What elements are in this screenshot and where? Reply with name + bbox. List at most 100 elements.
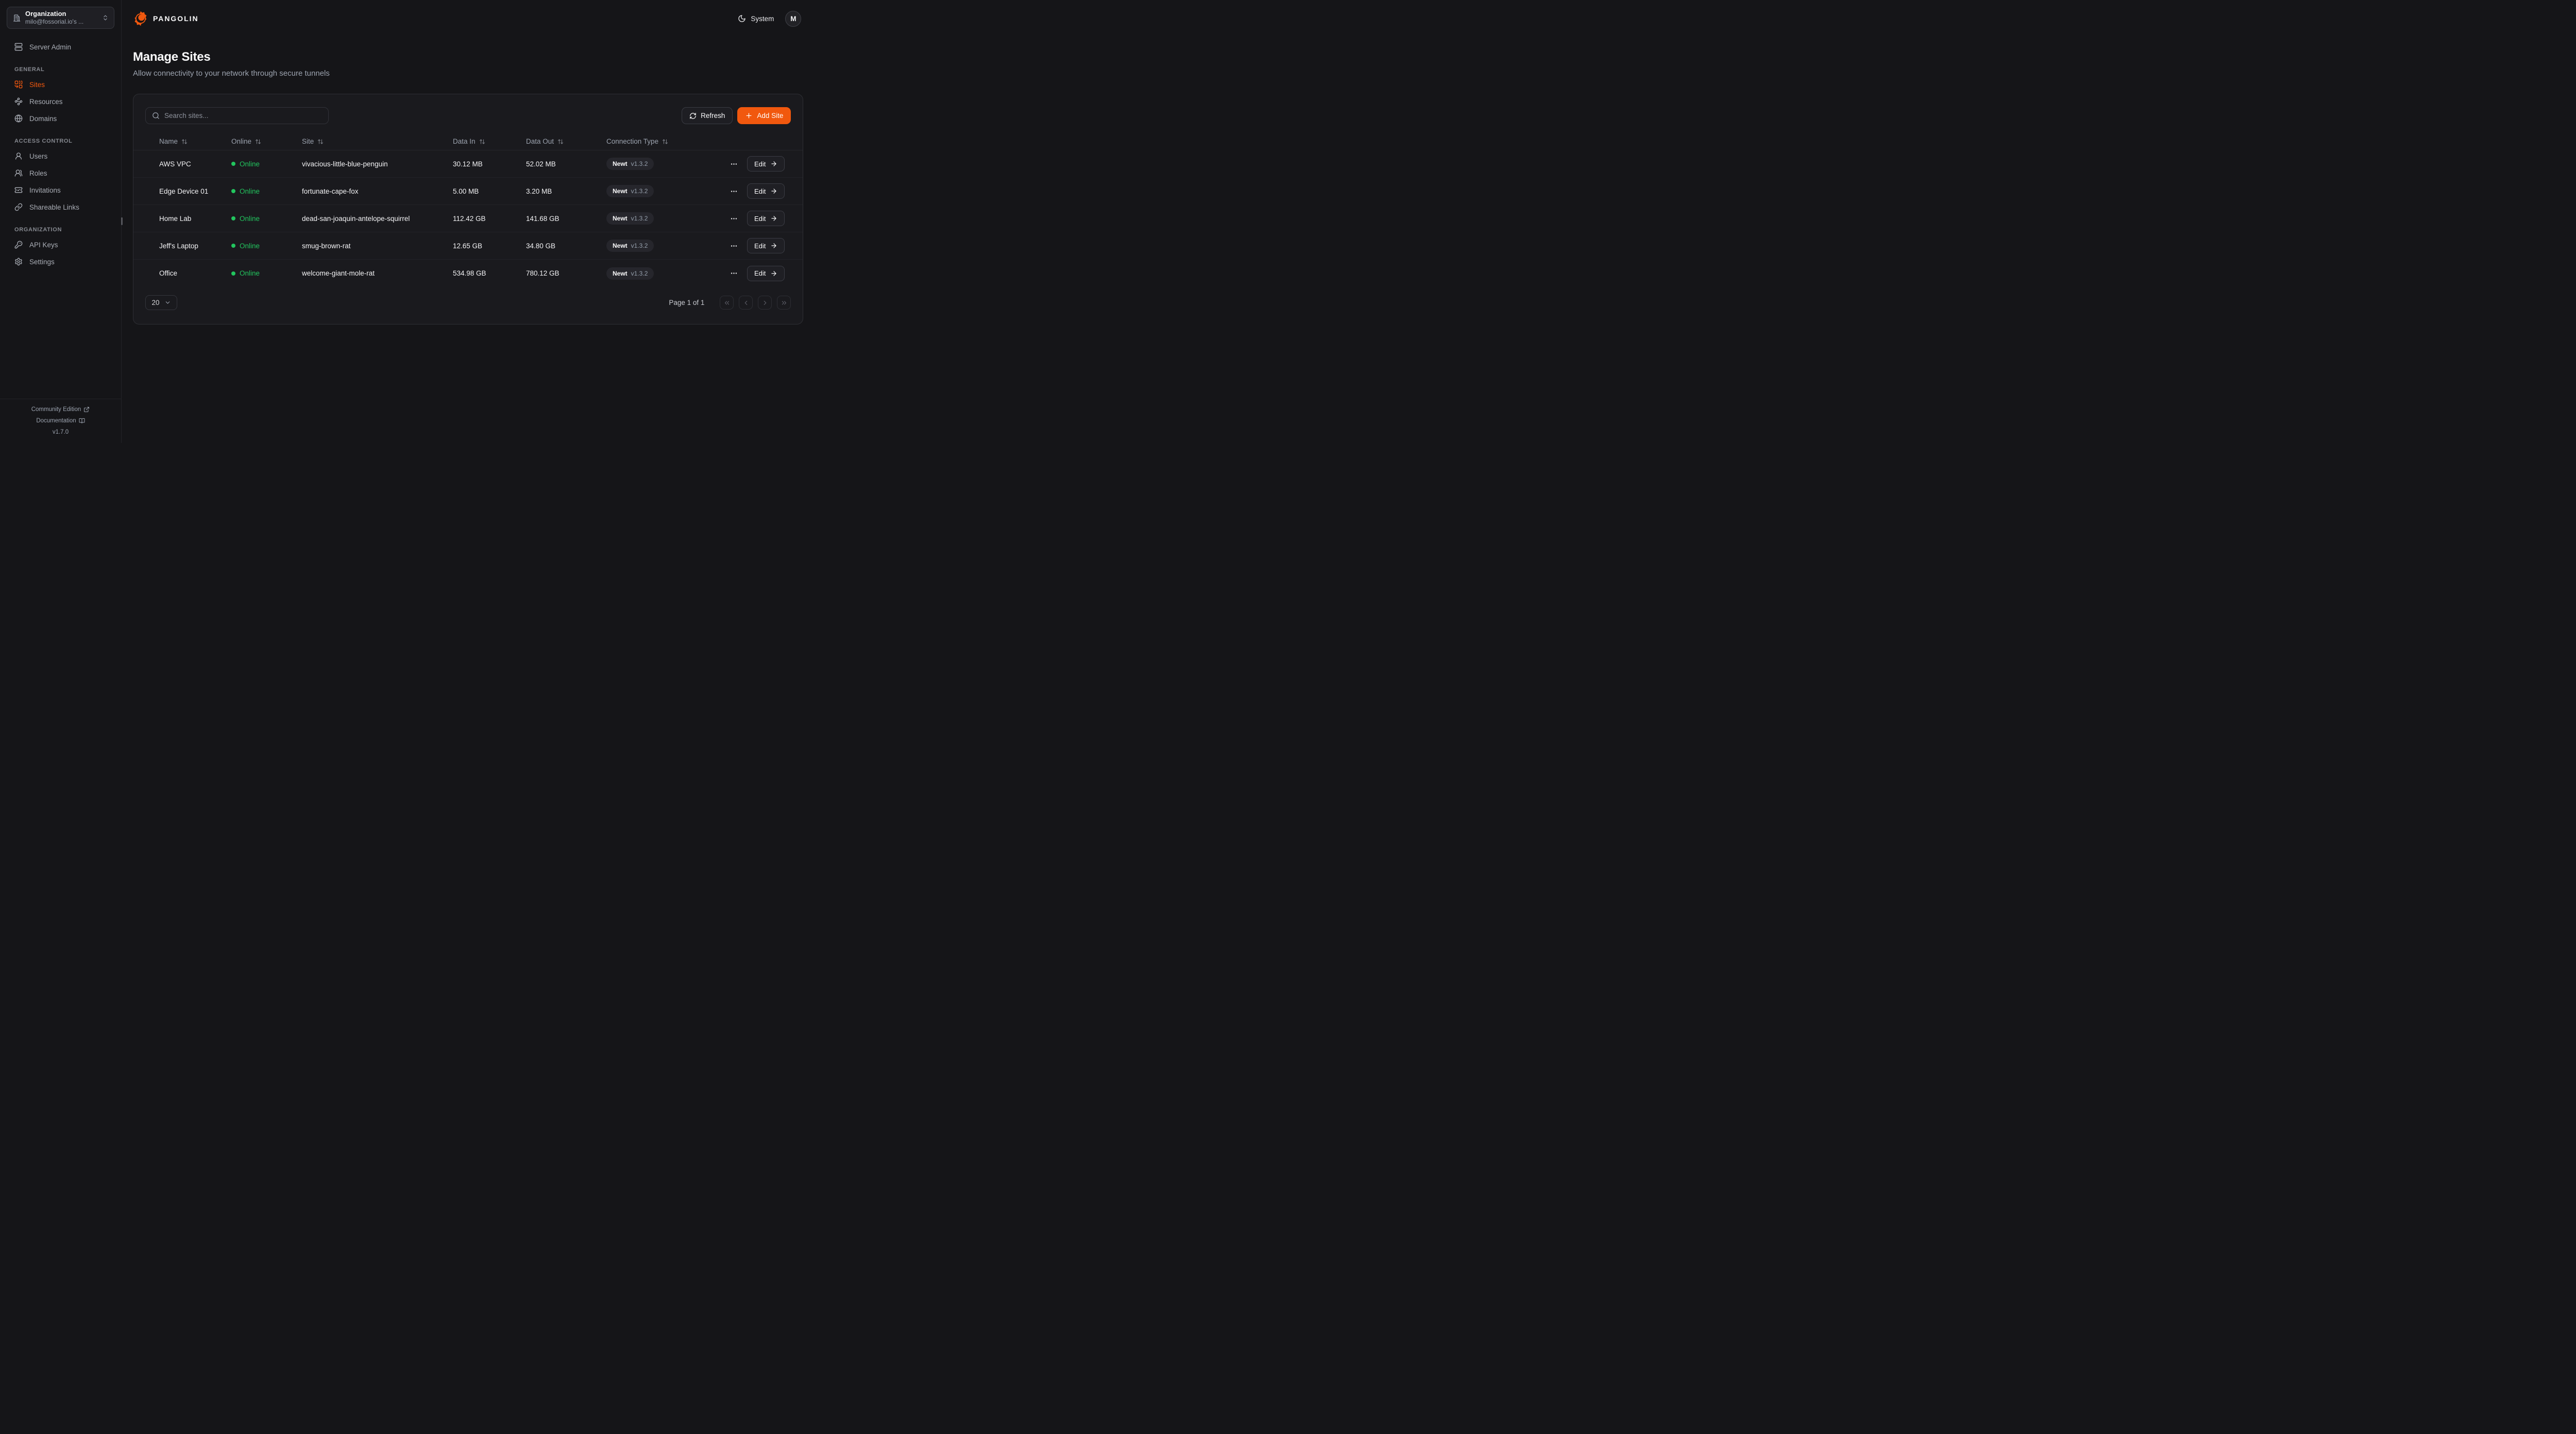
sidebar-resize-handle[interactable] [121,217,123,225]
data-out-cell: 780.12 GB [526,269,606,277]
row-menu-button[interactable] [729,186,739,196]
sidebar-item-api-keys[interactable]: API Keys [7,236,114,253]
link-icon [14,203,23,211]
row-actions-cell: Edit [729,238,785,253]
combine-icon [14,80,23,89]
row-menu-button[interactable] [729,159,739,169]
edit-button[interactable]: Edit [747,183,785,199]
column-header-connection-type[interactable]: Connection Type [606,138,729,145]
sidebar-item-label: Shareable Links [29,203,79,211]
page-size-select[interactable]: 20 [145,295,177,310]
sidebar-item-label: Domains [29,115,57,123]
sidebar-item-roles[interactable]: Roles [7,165,114,181]
column-header-site[interactable]: Site [302,138,453,145]
org-switcher-subtitle: milo@fossorial.io's ... [25,18,97,26]
edit-button[interactable]: Edit [747,211,785,226]
table-row: AWS VPC Online vivacious-little-blue-pen… [133,150,803,178]
edit-button[interactable]: Edit [747,156,785,172]
status-cell: Online [231,269,302,277]
sidebar-item-settings[interactable]: Settings [7,253,114,270]
sidebar-item-resources[interactable]: Resources [7,93,114,110]
column-header-online[interactable]: Online [231,138,302,145]
pagination: Page 1 of 1 [669,296,791,310]
column-header-data-out[interactable]: Data Out [526,138,606,145]
data-in-cell: 30.12 MB [453,160,526,168]
documentation-link[interactable]: Documentation [0,415,121,426]
row-menu-button[interactable] [729,241,739,251]
online-status-label: Online [240,187,260,195]
status-cell: Online [231,215,302,223]
sidebar-item-server-admin[interactable]: Server Admin [7,39,114,55]
sites-table: Name Online Site Data In [133,133,803,287]
building-icon [12,14,21,22]
column-header-data-in[interactable]: Data In [453,138,526,145]
ellipsis-icon [730,160,738,168]
globe-icon [14,114,23,123]
arrow-right-icon [770,160,777,167]
connection-type-cell: Newt v1.3.2 [606,267,729,280]
community-edition-link[interactable]: Community Edition [0,404,121,415]
connection-type-cell: Newt v1.3.2 [606,212,729,225]
org-switcher[interactable]: Organization milo@fossorial.io's ... [7,7,114,29]
user-avatar[interactable]: M [785,11,801,27]
data-out-cell: 34.80 GB [526,242,606,250]
sidebar-heading-general: GENERAL [7,66,114,73]
community-edition-label: Community Edition [31,406,81,413]
table-row: Edge Device 01 Online fortunate-cape-fox… [133,178,803,205]
sidebar-item-invitations[interactable]: Invitations [7,182,114,198]
sidebar-item-label: Sites [29,81,45,89]
search-input[interactable] [164,112,322,120]
status-cell: Online [231,160,302,168]
user-icon [14,152,23,160]
ellipsis-icon [730,215,738,223]
server-icon [14,43,23,51]
data-in-cell: 112.42 GB [453,215,526,223]
edit-button[interactable]: Edit [747,238,785,253]
sidebar-item-shareable-links[interactable]: Shareable Links [7,199,114,215]
row-menu-button[interactable] [729,268,739,278]
connection-type-version: v1.3.2 [631,270,648,277]
refresh-button[interactable]: Refresh [682,107,733,124]
sidebar-item-sites[interactable]: Sites [7,76,114,93]
refresh-label: Refresh [701,112,725,120]
search-box [145,107,329,124]
sidebar-heading-organization: ORGANIZATION [7,227,114,233]
row-menu-button[interactable] [729,214,739,224]
org-switcher-text: Organization milo@fossorial.io's ... [25,10,97,26]
sort-icon [479,139,485,145]
site-name-cell: Office [159,269,231,277]
connection-type-cell: Newt v1.3.2 [606,185,729,197]
brand-logo[interactable]: PANGOLIN [133,11,199,26]
site-slug-cell: welcome-giant-mole-rat [302,269,453,277]
arrow-right-icon [770,270,777,277]
plus-icon [745,112,753,120]
connection-type-cell: Newt v1.3.2 [606,158,729,170]
ellipsis-icon [730,187,738,195]
prev-page-button[interactable] [739,296,753,310]
main-area: PANGOLIN System M Manage Sites Allow con… [122,0,815,443]
sidebar-item-label: Resources [29,98,63,106]
column-header-name[interactable]: Name [159,138,231,145]
next-page-button[interactable] [758,296,772,310]
first-page-button[interactable] [720,296,734,310]
edit-label: Edit [754,187,766,195]
data-in-cell: 534.98 GB [453,269,526,277]
edit-label: Edit [754,269,766,277]
row-actions-cell: Edit [729,156,785,172]
waypoints-icon [14,97,23,106]
sidebar-item-label: Roles [29,169,47,177]
topbar: PANGOLIN System M [133,0,803,37]
site-slug-cell: fortunate-cape-fox [302,187,453,195]
table-row: Home Lab Online dead-san-joaquin-antelop… [133,205,803,232]
add-site-button[interactable]: Add Site [737,107,791,124]
site-name-cell: Home Lab [159,215,231,223]
chevrons-right-icon [781,299,788,306]
data-in-cell: 12.65 GB [453,242,526,250]
sidebar-item-label: Users [29,152,47,160]
edit-button[interactable]: Edit [747,266,785,281]
refresh-icon [689,112,697,120]
sidebar-item-domains[interactable]: Domains [7,110,114,127]
last-page-button[interactable] [777,296,791,310]
sidebar-item-users[interactable]: Users [7,148,114,164]
theme-toggle[interactable]: System [738,14,774,23]
